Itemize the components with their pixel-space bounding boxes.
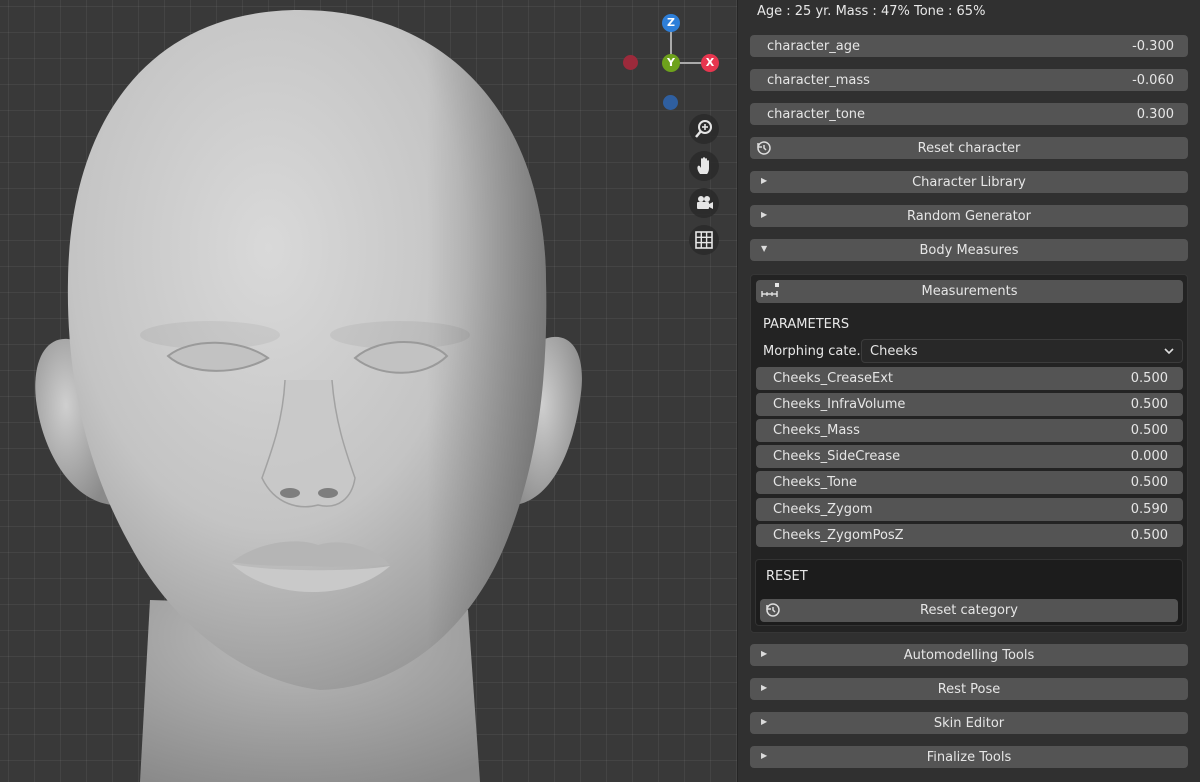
slider-label: Cheeks_SideCrease — [773, 449, 901, 464]
slider-cheeks-zygomposz[interactable]: Cheeks_ZygomPosZ 0.500 — [756, 524, 1183, 547]
gizmo-x-axis[interactable]: X — [701, 54, 719, 72]
slider-cheeks-sidecrease[interactable]: Cheeks_SideCrease 0.000 — [756, 445, 1183, 468]
reset-category-label: Reset category — [920, 603, 1018, 618]
slider-value: 0.500 — [1130, 475, 1168, 490]
select-value: Cheeks — [870, 343, 918, 359]
slider-value: 0.000 — [1130, 449, 1168, 464]
body-measures-content: Measurements PARAMETERS Morphing cate.. … — [750, 274, 1188, 633]
expand-triangle-icon: ▶ — [761, 751, 768, 760]
character-library-panel[interactable]: ▶ Character Library — [750, 171, 1188, 193]
panel-label: Skin Editor — [933, 715, 1005, 731]
expand-triangle-icon: ▶ — [761, 683, 768, 692]
parameters-title: PARAMETERS — [763, 317, 850, 332]
slider-label: Cheeks_Mass — [773, 423, 860, 438]
chevron-down-icon — [1162, 344, 1176, 362]
head-model — [35, 10, 582, 782]
slider-cheeks-zygom[interactable]: Cheeks_Zygom 0.590 — [756, 498, 1183, 521]
slider-label: Cheeks_Tone — [773, 475, 858, 490]
prop-label: character_mass — [767, 72, 870, 88]
gizmo-neg-x-axis[interactable] — [623, 55, 638, 70]
prop-value: -0.300 — [1132, 38, 1174, 54]
zoom-icon[interactable] — [689, 114, 719, 144]
measurements-label: Measurements — [921, 284, 1018, 299]
slider-value: 0.500 — [1130, 423, 1168, 438]
panel-label: Finalize Tools — [926, 749, 1012, 765]
prop-value: 0.300 — [1136, 106, 1174, 122]
reset-category-button[interactable]: Reset category — [760, 599, 1178, 622]
character-info-line: Age : 25 yr. Mass : 47% Tone : 65% — [757, 4, 986, 19]
rest-pose-panel[interactable]: ▶ Rest Pose — [750, 678, 1188, 700]
slider-cheeks-mass[interactable]: Cheeks_Mass 0.500 — [756, 419, 1183, 442]
collapse-triangle-icon: ▼ — [761, 244, 768, 253]
reset-title: RESET — [766, 569, 808, 584]
camera-icon[interactable] — [689, 188, 719, 218]
gizmo-z-axis[interactable]: Z — [662, 14, 680, 32]
slider-cheeks-infravolume[interactable]: Cheeks_InfraVolume 0.500 — [756, 393, 1183, 416]
ruler-icon — [761, 282, 781, 304]
panel-label: Body Measures — [919, 242, 1019, 258]
gizmo-y-axis[interactable]: Y — [662, 54, 680, 72]
slider-label: Cheeks_Zygom — [773, 502, 873, 517]
skin-editor-panel[interactable]: ▶ Skin Editor — [750, 712, 1188, 734]
finalize-tools-panel[interactable]: ▶ Finalize Tools — [750, 746, 1188, 768]
panel-label: Random Generator — [907, 208, 1031, 224]
slider-label: Cheeks_InfraVolume — [773, 397, 906, 412]
random-generator-panel[interactable]: ▶ Random Generator — [750, 205, 1188, 227]
grid-icon[interactable] — [689, 225, 719, 255]
slider-cheeks-creaseext[interactable]: Cheeks_CreaseExt 0.500 — [756, 367, 1183, 390]
panel-label: Automodelling Tools — [903, 647, 1035, 663]
expand-triangle-icon: ▶ — [761, 210, 768, 219]
slider-cheeks-tone[interactable]: Cheeks_Tone 0.500 — [756, 471, 1183, 494]
properties-sidebar: Age : 25 yr. Mass : 47% Tone : 65% chara… — [737, 0, 1200, 782]
panel-label: Rest Pose — [937, 681, 1001, 697]
slider-value: 0.500 — [1130, 371, 1168, 386]
expand-triangle-icon: ▶ — [761, 717, 768, 726]
morphing-category-label: Morphing cate.. — [763, 344, 865, 359]
expand-triangle-icon: ▶ — [761, 176, 768, 185]
reset-section: RESET Reset category — [755, 559, 1183, 626]
slider-value: 0.590 — [1130, 502, 1168, 517]
panel-label: Character Library — [912, 174, 1026, 190]
slider-value: 0.500 — [1130, 528, 1168, 543]
reset-history-icon — [756, 140, 772, 160]
reset-history-icon — [765, 602, 781, 622]
measurements-button[interactable]: Measurements — [756, 280, 1183, 303]
reset-character-button[interactable]: Reset character — [750, 137, 1188, 159]
3d-viewport[interactable]: Z Y X — [0, 0, 737, 782]
slider-label: Cheeks_ZygomPosZ — [773, 528, 904, 543]
prop-value: -0.060 — [1132, 72, 1174, 88]
morphing-category-select[interactable]: Cheeks — [861, 339, 1183, 363]
body-measures-panel[interactable]: ▼ Body Measures — [750, 239, 1188, 261]
prop-label: character_age — [767, 38, 860, 54]
hand-pan-icon[interactable] — [689, 151, 719, 181]
character-tone-field[interactable]: character_tone 0.300 — [750, 103, 1188, 125]
expand-triangle-icon: ▶ — [761, 649, 768, 658]
character-age-field[interactable]: character_age -0.300 — [750, 35, 1188, 57]
gizmo-neg-z-axis[interactable] — [663, 95, 678, 110]
slider-label: Cheeks_CreaseExt — [773, 371, 893, 386]
slider-value: 0.500 — [1130, 397, 1168, 412]
prop-label: character_tone — [767, 106, 866, 122]
character-mass-field[interactable]: character_mass -0.060 — [750, 69, 1188, 91]
automodelling-tools-panel[interactable]: ▶ Automodelling Tools — [750, 644, 1188, 666]
reset-character-label: Reset character — [917, 140, 1021, 156]
